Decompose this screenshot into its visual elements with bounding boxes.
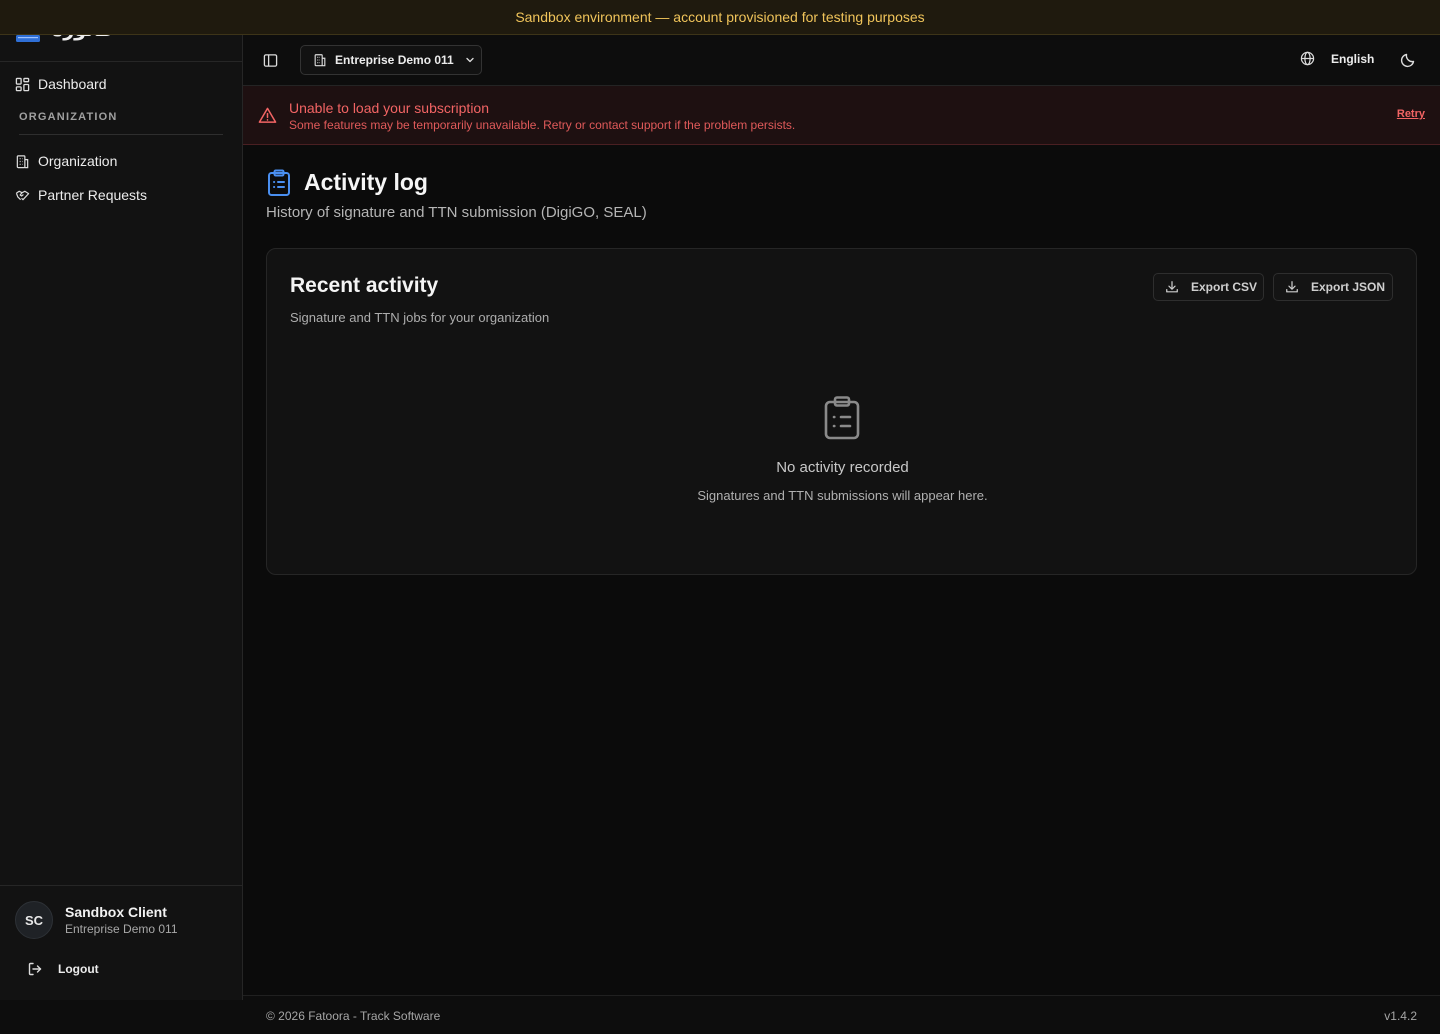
logout-label: Logout	[58, 962, 99, 976]
handshake-icon	[15, 190, 30, 200]
alert-text: Some features may be temporarily unavail…	[289, 118, 796, 132]
page-subtitle: History of signature and TTN submission …	[266, 204, 647, 221]
download-icon	[1286, 281, 1298, 293]
footer-copyright: © 2026 Fatoora - Track Software	[266, 1009, 441, 1023]
user-organization: Entreprise Demo 011	[65, 922, 178, 936]
export-csv-label: Export CSV	[1191, 280, 1258, 294]
chevron-down-icon	[466, 57, 474, 63]
organization-switcher[interactable]: Entreprise Demo 011	[300, 45, 482, 75]
alert-title: Unable to load your subscription	[289, 100, 490, 116]
user-name: Sandbox Client	[65, 904, 167, 920]
sandbox-banner: Sandbox environment — account provisione…	[0, 0, 1440, 35]
dashboard-grid-icon	[15, 77, 30, 91]
theme-toggle-moon-icon[interactable]	[1400, 52, 1416, 68]
export-json-label: Export JSON	[1311, 280, 1386, 294]
building-icon	[314, 54, 326, 67]
sidebar-item-label: Dashboard	[38, 76, 107, 92]
divider	[19, 134, 223, 135]
sidebar-item-organization[interactable]: Organization	[15, 153, 117, 169]
language-selector[interactable]: English	[1300, 51, 1374, 66]
logout-button[interactable]: Logout	[27, 961, 99, 977]
organization-name: Entreprise Demo 011	[335, 53, 454, 67]
avatar: SC	[15, 901, 53, 939]
globe-icon	[1300, 51, 1315, 66]
sidebar-item-dashboard[interactable]: Dashboard	[15, 76, 107, 92]
empty-state-title: No activity recorded	[776, 459, 909, 476]
sidebar-item-partner-requests[interactable]: Partner Requests	[15, 187, 147, 203]
clipboard-list-icon	[266, 169, 292, 197]
footer: © 2026 Fatoora - Track Software v1.4.2	[243, 995, 1440, 1034]
divider	[0, 61, 242, 62]
export-json-button[interactable]: Export JSON	[1273, 273, 1393, 301]
top-bar: Entreprise Demo 011 English	[243, 35, 1440, 86]
sidebar-item-label: Partner Requests	[38, 187, 147, 203]
warning-triangle-icon	[258, 106, 277, 125]
nav-section-label: ORGANIZATION	[19, 111, 118, 123]
app-version: v1.4.2	[1384, 1009, 1417, 1023]
divider	[0, 885, 242, 886]
empty-state-text: Signatures and TTN submissions will appe…	[697, 488, 988, 503]
sidebar-item-label: Organization	[38, 153, 118, 169]
logout-icon	[28, 962, 42, 976]
sidebar-toggle-icon[interactable]	[263, 53, 278, 68]
page-title: Activity log	[304, 169, 428, 195]
sidebar-footer-space	[0, 1000, 243, 1034]
download-icon	[1166, 281, 1178, 293]
language-label: English	[1331, 51, 1375, 66]
subscription-error-alert: Unable to load your subscription Some fe…	[243, 86, 1440, 145]
export-csv-button[interactable]: Export CSV	[1153, 273, 1264, 301]
clipboard-list-icon	[822, 395, 862, 441]
recent-activity-card: Recent activity Signature and TTN jobs f…	[266, 248, 1417, 575]
card-title: Recent activity	[290, 274, 439, 297]
card-subtitle: Signature and TTN jobs for your organiza…	[290, 310, 550, 325]
retry-link[interactable]: Retry	[1397, 108, 1425, 120]
building-icon	[16, 154, 29, 168]
sidebar: $ فاتورة Dashboard ORGANIZATION Organiza…	[0, 0, 243, 1000]
